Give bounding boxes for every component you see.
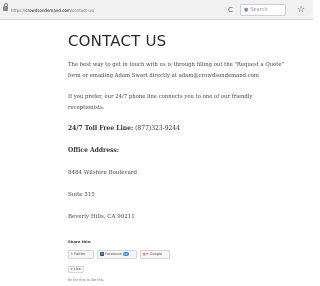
google-label: Google	[149, 252, 163, 256]
google-share-button[interactable]: g+Google	[140, 250, 170, 259]
share-heading: Share this:	[68, 239, 92, 244]
url-host: crowdsondemand.com	[25, 8, 71, 13]
star-icon: ★	[70, 267, 74, 271]
tollfree-number[interactable]: (877)323-9244	[135, 125, 180, 132]
twitter-label: Twitter	[73, 252, 86, 256]
office-address-heading: Office Address:	[68, 147, 119, 154]
search-input[interactable]: ● Search	[240, 4, 286, 16]
page-title: CONTACT US	[68, 32, 167, 50]
like-label: Like	[74, 267, 81, 271]
tollfree-line: 24/7 Toll Free Line: (877)323-9244	[68, 124, 180, 134]
intro-line-1: The best way to get in touch with us is …	[68, 62, 285, 68]
address-bar[interactable]: https://crowdsondemand.com/contact-us/	[11, 5, 221, 16]
facebook-share-button[interactable]: f Facebook 12	[97, 250, 137, 259]
twitter-icon: t	[71, 252, 73, 256]
url-prefix: https://	[11, 8, 26, 13]
browser-toolbar: https://crowdsondemand.com/contact-us/ C…	[0, 0, 313, 20]
address-city: Beverly Hills, CA 90211	[68, 214, 135, 220]
tollfree-label: 24/7 Toll Free Line:	[68, 125, 134, 132]
intro-line-2: form or emailing Adam Swart directly at …	[68, 72, 259, 79]
search-placeholder: Search	[250, 7, 268, 13]
phone-line-2: receptionists.	[68, 104, 105, 111]
lock-icon	[3, 3, 8, 11]
phone-paragraph: If you prefer, our 24/7 phone line conne…	[68, 92, 313, 113]
like-button[interactable]: ★Like	[68, 266, 84, 273]
facebook-label: Facebook	[105, 252, 122, 256]
search-icon: ●	[244, 7, 249, 13]
like-prompt: Be the first to like this.	[68, 278, 105, 282]
address-street: 8484 Wilshire Boulevard	[68, 170, 138, 176]
facebook-count-badge: 12	[122, 252, 129, 256]
bookmark-star-icon[interactable]: ☆	[297, 4, 305, 16]
facebook-icon: f	[100, 252, 104, 256]
twitter-share-button[interactable]: tTwitter	[68, 250, 94, 259]
google-plus-icon: g+	[143, 252, 149, 256]
address-suite: Suite 515	[68, 192, 95, 198]
reload-icon[interactable]: C	[228, 5, 233, 16]
intro-paragraph: The best way to get in touch with us is …	[68, 60, 313, 81]
url-path: /contact-us/	[70, 8, 95, 13]
phone-line-1: If you prefer, our 24/7 phone line conne…	[68, 94, 253, 100]
